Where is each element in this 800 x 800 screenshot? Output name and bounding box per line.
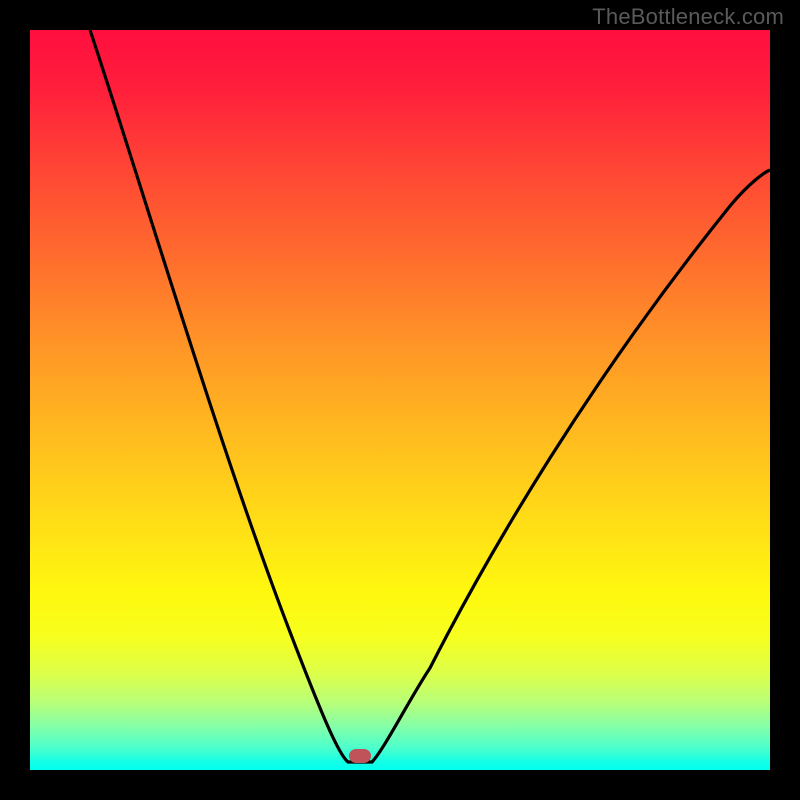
curve-svg (30, 30, 770, 770)
bottleneck-curve-path (90, 30, 770, 762)
watermark-text: TheBottleneck.com (592, 4, 784, 30)
plot-area (30, 30, 770, 770)
optimum-marker (349, 749, 371, 763)
chart-frame: TheBottleneck.com (0, 0, 800, 800)
